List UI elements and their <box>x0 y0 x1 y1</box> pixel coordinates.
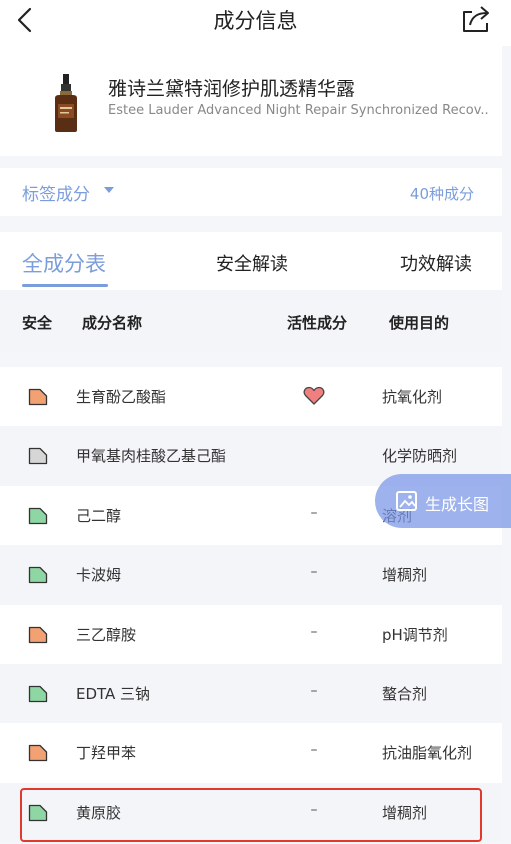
caret-down-icon <box>104 187 114 193</box>
ingredient-purpose: 抗氧化剂 <box>382 388 443 406</box>
highlight-box <box>20 788 482 842</box>
active-ingredient-value: – <box>310 564 318 581</box>
table-row[interactable]: 卡波姆 – 增稠剂 <box>0 545 502 605</box>
generate-long-image-button[interactable]: 生成长图 <box>375 474 511 528</box>
heart-icon <box>303 386 325 406</box>
label-ingredients-row: 标签成分 40种成分 <box>0 168 502 216</box>
ingredient-name: 三乙醇胺 <box>76 625 137 644</box>
header-active-ingredient: 活性成分 <box>287 314 348 332</box>
product-name-en: Estee Lauder Advanced Night Repair Synch… <box>108 103 488 118</box>
table-row[interactable]: EDTA 三钠 – 螯合剂 <box>0 663 502 724</box>
tab-all-ingredients[interactable]: 全成分表 <box>22 248 106 278</box>
image-icon <box>396 491 417 511</box>
ingredient-purpose: 螯合剂 <box>382 684 428 703</box>
tab-safety-analysis[interactable]: 安全解读 <box>216 250 288 276</box>
label-ingredients-dropdown[interactable]: 标签成分 <box>22 180 90 205</box>
safety-badge-icon <box>28 744 48 762</box>
active-ingredient-value: – <box>310 504 318 521</box>
share-button[interactable] <box>460 4 492 34</box>
safety-badge-icon <box>28 388 48 406</box>
safety-badge-icon <box>28 626 48 644</box>
product-name: 雅诗兰黛特润修护肌透精华露 <box>108 78 356 100</box>
table-row[interactable]: 生育酚乙酸酯 抗氧化剂 <box>0 367 502 427</box>
page-title: 成分信息 <box>213 9 298 33</box>
header-bar: 成分信息 <box>0 0 511 46</box>
ingredient-list: 生育酚乙酸酯抗氧化剂甲氧基肉桂酸乙基己酯化学防晒剂己二醇–溶剂卡波姆–增稠剂三乙… <box>0 367 502 843</box>
ingredient-name: 生育酚乙酸酯 <box>76 388 167 406</box>
tab-efficacy-analysis[interactable]: 功效解读 <box>400 250 472 276</box>
product-card[interactable]: 雅诗兰黛特润修护肌透精华露 Estee Lauder Advanced Nigh… <box>0 46 502 156</box>
product-image <box>46 72 86 134</box>
safety-badge-icon <box>28 566 48 584</box>
active-ingredient-value: – <box>310 623 318 640</box>
ingredient-purpose: 增稠剂 <box>382 566 428 585</box>
active-ingredient-value: – <box>310 682 318 699</box>
safety-badge-icon <box>28 685 48 703</box>
active-tab-indicator <box>22 284 108 287</box>
generate-long-image-label: 生成长图 <box>425 495 490 514</box>
safety-badge-icon <box>28 447 48 465</box>
ingredient-name: 丁羟甲苯 <box>76 744 137 763</box>
table-row[interactable]: 丁羟甲苯 – 抗油脂氧化剂 <box>0 723 502 783</box>
table-row[interactable]: 三乙醇胺 – pH调节剂 <box>0 604 502 664</box>
ingredient-name: 己二醇 <box>76 506 122 525</box>
ingredient-name: EDTA 三钠 <box>76 684 151 703</box>
tab-bar: 全成分表 安全解读 功效解读 <box>0 232 502 290</box>
header-safety: 安全 <box>22 314 53 332</box>
safety-badge-icon <box>28 507 48 525</box>
ingredient-name: 甲氧基肉桂酸乙基己酯 <box>76 447 227 466</box>
ingredient-purpose: pH调节剂 <box>382 625 448 644</box>
share-icon <box>463 6 489 32</box>
active-ingredient-value: – <box>310 742 318 759</box>
header-purpose: 使用目的 <box>389 314 450 332</box>
ingredient-purpose: 化学防晒剂 <box>382 447 458 466</box>
ingredient-count: 40种成分 <box>409 185 474 203</box>
ingredient-purpose: 抗油脂氧化剂 <box>382 744 473 763</box>
table-header: 安全 成分名称 活性成分 使用目的 <box>0 290 502 352</box>
header-ingredient-name: 成分名称 <box>82 314 143 332</box>
ingredient-name: 卡波姆 <box>76 566 122 585</box>
